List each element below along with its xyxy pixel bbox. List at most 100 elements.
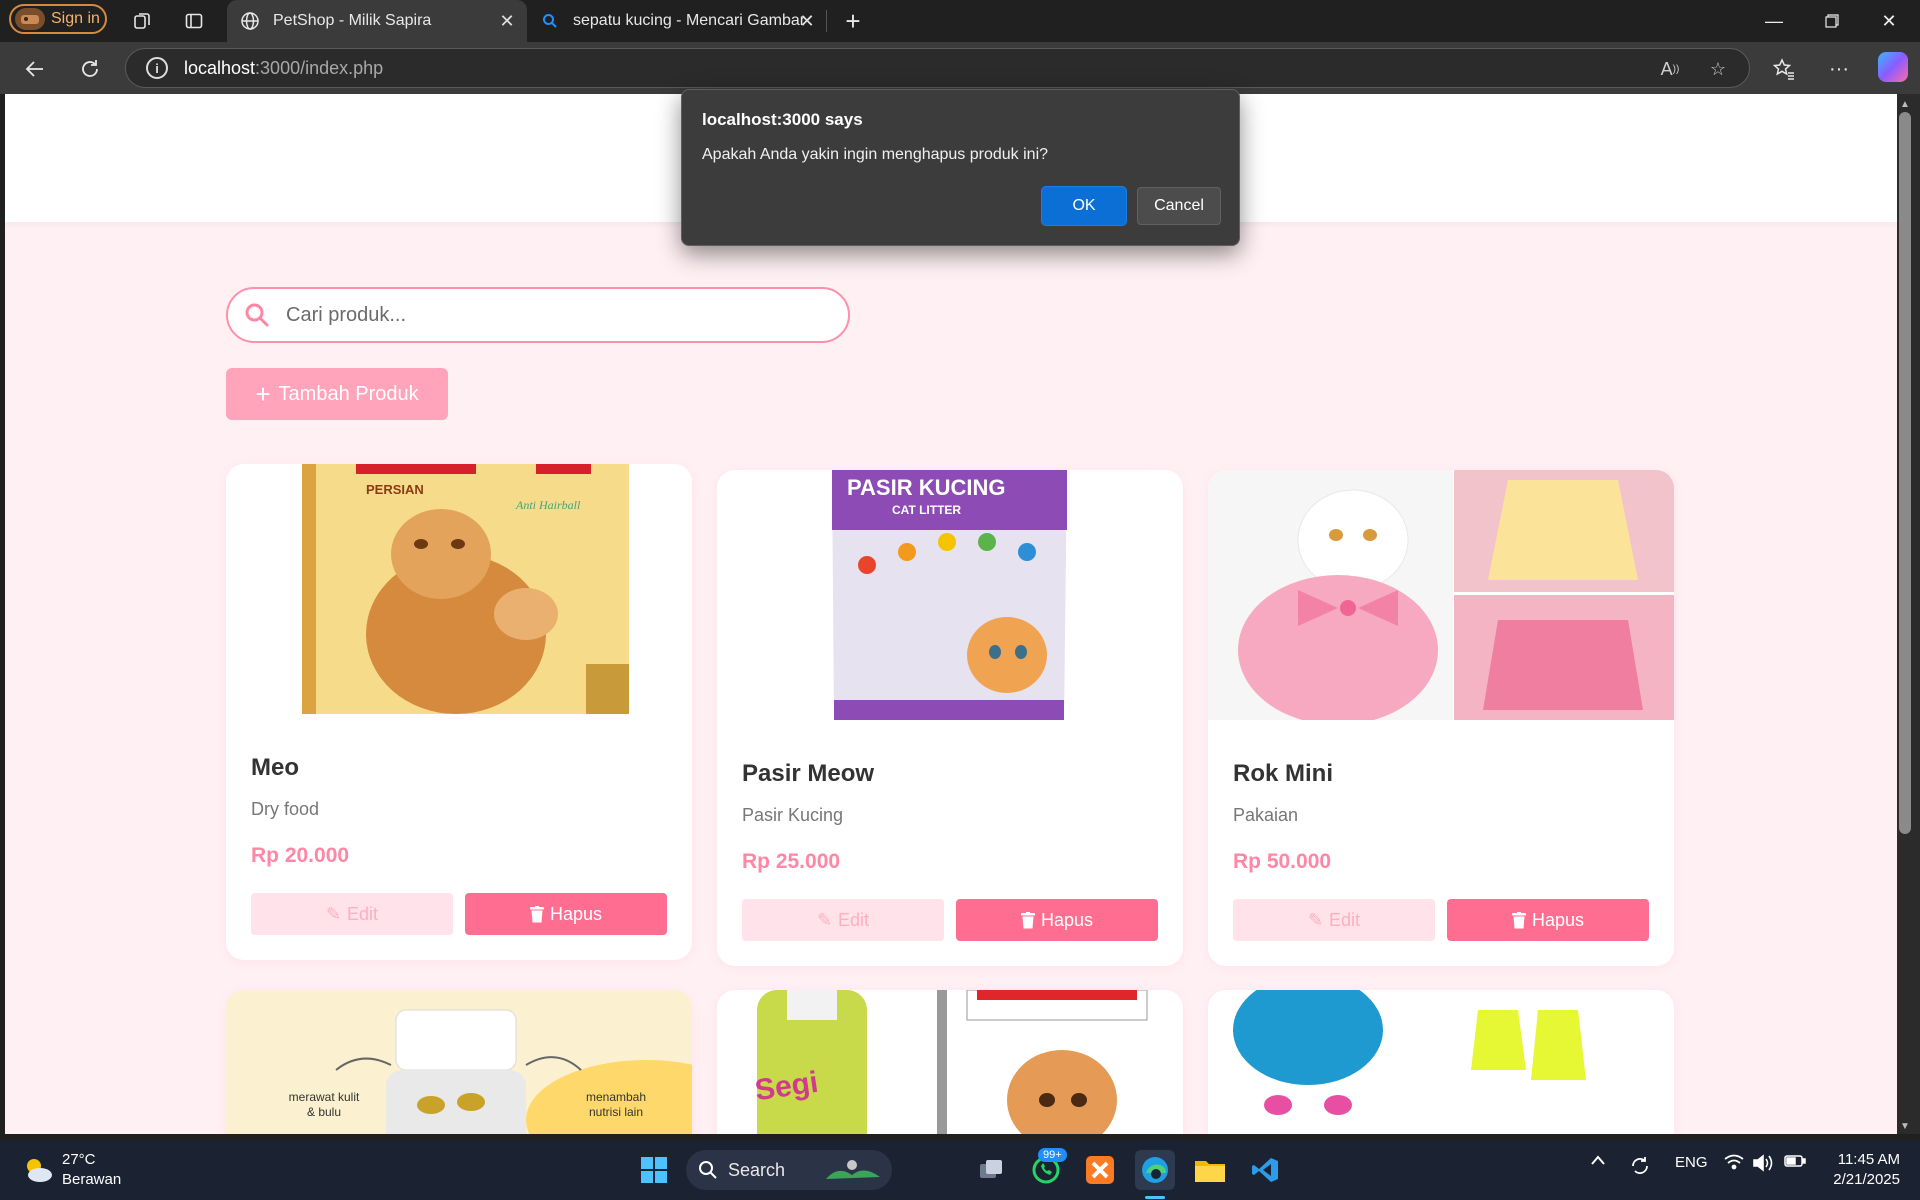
search-icon xyxy=(699,1161,717,1179)
product-price: Rp 20.000 xyxy=(251,844,350,867)
add-product-button[interactable]: + Tambah Produk xyxy=(226,368,448,420)
wifi-icon[interactable] xyxy=(1724,1154,1744,1170)
sync-icon[interactable] xyxy=(1628,1154,1652,1178)
minimize-button[interactable]: — xyxy=(1751,6,1797,36)
url-host: localhost xyxy=(184,57,256,78)
url-path: :3000/index.php xyxy=(255,57,384,78)
tab-image-search[interactable]: sepatu kucing - Mencari Gambar ✕ xyxy=(527,0,827,42)
dialog-title: localhost:3000 says xyxy=(702,110,863,129)
temperature: 27°C xyxy=(62,1151,96,1168)
edge-browser-icon[interactable] xyxy=(1135,1150,1175,1190)
new-tab-button[interactable]: + xyxy=(838,6,868,36)
edit-label: Edit xyxy=(1329,909,1361,930)
delete-label: Hapus xyxy=(1531,909,1585,930)
edit-icon: ✎ xyxy=(325,903,342,924)
restore-button[interactable] xyxy=(1809,6,1855,36)
page-viewport: + Tambah Produk PERSIAN Anti Hairball Me… xyxy=(5,94,1897,1134)
language-indicator[interactable]: ENG xyxy=(1675,1154,1708,1171)
edit-button[interactable]: ✎ Edit xyxy=(742,899,944,941)
clock-time: 11:45 AM xyxy=(1837,1151,1900,1168)
browser-tab-strip: Sign in PetShop - Milik Sapira ✕ sepatu … xyxy=(0,0,1920,42)
tab-title: sepatu kucing - Mencari Gambar xyxy=(573,12,806,29)
search-input[interactable] xyxy=(284,302,808,328)
close-tab-icon[interactable]: ✕ xyxy=(497,11,517,31)
dialog-ok-button[interactable]: OK xyxy=(1042,187,1126,225)
notification-badge: 99+ xyxy=(1038,1148,1067,1162)
product-card xyxy=(1208,990,1674,1134)
task-view-icon[interactable] xyxy=(971,1150,1011,1190)
trash-icon xyxy=(529,905,544,922)
cloudy-weather-icon xyxy=(27,1159,52,1182)
edit-label: Edit xyxy=(347,903,379,924)
avatar-icon xyxy=(15,8,45,30)
system-clock[interactable]: 11:45 AM 2/21/2025 xyxy=(1820,1150,1900,1190)
product-price: Rp 50.000 xyxy=(1233,850,1332,873)
product-search[interactable] xyxy=(226,287,850,343)
product-name: Meo xyxy=(251,754,299,781)
cat-food-bag-image: PERSIAN Anti Hairball xyxy=(226,464,692,714)
product-category: Dry food xyxy=(251,799,320,819)
show-hidden-icons[interactable] xyxy=(1590,1154,1606,1166)
product-category: Pasir Kucing xyxy=(742,805,844,825)
vscode-icon[interactable] xyxy=(1245,1150,1285,1190)
scrollbar-thumb[interactable] xyxy=(1899,112,1911,834)
workspaces-icon[interactable] xyxy=(129,8,155,34)
scroll-down-arrow[interactable]: ▼ xyxy=(1899,1120,1911,1132)
globe-icon xyxy=(239,10,261,32)
dialog-cancel-button[interactable]: Cancel xyxy=(1137,187,1221,225)
edit-icon: ✎ xyxy=(1307,909,1324,930)
tab-divider xyxy=(826,10,827,32)
battery-icon[interactable] xyxy=(1784,1154,1806,1168)
refresh-button[interactable] xyxy=(75,54,105,84)
edit-button[interactable]: ✎ Edit xyxy=(251,893,453,935)
add-product-label: Tambah Produk xyxy=(278,382,419,405)
file-explorer-icon[interactable] xyxy=(1190,1150,1230,1190)
favorite-star-icon[interactable]: ☆ xyxy=(1706,57,1730,81)
delete-button[interactable]: Hapus xyxy=(465,893,667,935)
browser-toolbar: i localhost:3000/index.php A)) ☆ ··· xyxy=(0,42,1920,94)
cat-shampoo-image xyxy=(717,990,1183,1134)
weather-widget[interactable]: 27°C Berawan xyxy=(22,1150,121,1190)
cat-litter-bag-image: PASIR KUCING CAT LITTER xyxy=(717,470,1183,720)
search-icon xyxy=(539,10,561,32)
taskbar-search-label: Search xyxy=(728,1159,786,1180)
delete-label: Hapus xyxy=(549,903,603,924)
image-caption-right: menambah nutrisi lain xyxy=(585,1090,647,1119)
tab-actions-icon[interactable] xyxy=(181,8,207,34)
more-options-icon[interactable]: ··· xyxy=(1824,54,1854,84)
xampp-icon[interactable] xyxy=(1080,1150,1120,1190)
edit-label: Edit xyxy=(838,909,870,930)
delete-button[interactable]: Hapus xyxy=(1447,899,1649,941)
plus-icon: + xyxy=(255,379,271,409)
windows-taskbar: 27°C Berawan Search 99+ ENG 11:45 AM 2/2… xyxy=(0,1140,1920,1200)
read-aloud-icon[interactable]: A)) xyxy=(1658,57,1682,81)
tab-petshop[interactable]: PetShop - Milik Sapira ✕ xyxy=(227,0,527,42)
product-name: Pasir Meow xyxy=(742,760,875,787)
back-button[interactable] xyxy=(20,54,50,84)
close-tab-icon[interactable]: ✕ xyxy=(797,11,817,31)
scroll-up-arrow[interactable]: ▲ xyxy=(1899,98,1911,110)
delete-button[interactable]: Hapus xyxy=(956,899,1158,941)
trash-icon xyxy=(1020,911,1035,928)
favorites-icon[interactable] xyxy=(1769,54,1799,84)
trash-icon xyxy=(1511,911,1526,928)
address-bar[interactable]: i localhost:3000/index.php A)) ☆ xyxy=(125,48,1750,88)
profile-signin-label: Sign in xyxy=(51,10,100,27)
taskbar-search[interactable]: Search xyxy=(686,1150,892,1190)
search-highlight-icon xyxy=(826,1160,880,1179)
cat-dress-image xyxy=(1208,470,1674,720)
site-info-icon[interactable]: i xyxy=(146,57,168,79)
product-card: Segi xyxy=(717,990,1183,1134)
edit-button[interactable]: ✎ Edit xyxy=(1233,899,1435,941)
dialog-message: Apakah Anda yakin ingin menghapus produk… xyxy=(702,146,1049,163)
start-button[interactable] xyxy=(634,1150,674,1190)
svg-text:CAT LITTER: CAT LITTER xyxy=(892,503,961,517)
profile-signin-button[interactable]: Sign in xyxy=(9,4,107,34)
product-card: PASIR KUCING CAT LITTER Pasir Meow Pasir… xyxy=(717,470,1183,966)
svg-text:Anti Hairball: Anti Hairball xyxy=(515,498,581,512)
volume-icon[interactable] xyxy=(1752,1154,1774,1172)
close-window-button[interactable]: ✕ xyxy=(1866,6,1912,36)
copilot-icon[interactable] xyxy=(1878,52,1908,82)
product-card: merawat kulit & bulu menambah nutrisi la… xyxy=(226,990,692,1134)
product-category: Pakaian xyxy=(1233,805,1299,825)
